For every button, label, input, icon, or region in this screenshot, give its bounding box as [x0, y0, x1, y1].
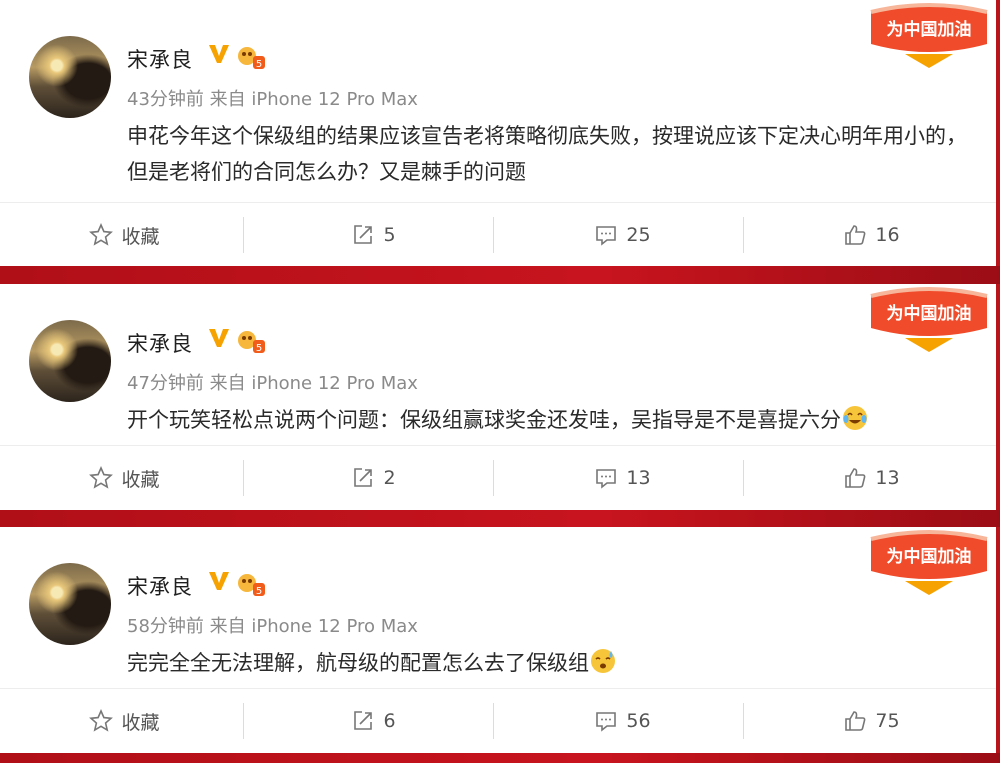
- like-button[interactable]: 75: [747, 689, 996, 753]
- post-source: 来自 iPhone 12 Pro Max: [209, 373, 418, 394]
- repost-count: 2: [383, 467, 396, 489]
- sticker-text: 为中国加油: [887, 546, 972, 567]
- divider: [243, 460, 244, 496]
- post-time[interactable]: 47分钟前: [127, 373, 204, 394]
- repost-icon: [354, 711, 373, 730]
- repost-count: 6: [383, 710, 396, 732]
- author-name[interactable]: 宋承良: [127, 328, 193, 358]
- verified-v-icon: [209, 45, 229, 63]
- weibo-post-card: 宋承良 5 43分钟前 来自 iPhone 12 Pro Max 申花今年这个保…: [0, 0, 996, 266]
- repost-button[interactable]: 2: [249, 446, 498, 510]
- like-count: 13: [875, 467, 900, 489]
- action-bar: 收藏 6 56 75: [0, 688, 996, 753]
- svg-text:5: 5: [256, 586, 262, 597]
- like-icon: [845, 468, 866, 488]
- favorite-button[interactable]: 收藏: [0, 446, 249, 510]
- divider: [493, 460, 494, 496]
- post-source: 来自 iPhone 12 Pro Max: [209, 89, 418, 110]
- sticker-text: 为中国加油: [887, 303, 972, 324]
- comment-count: 56: [626, 710, 651, 732]
- like-icon: [845, 225, 866, 245]
- user-level-icon: 5: [238, 47, 265, 70]
- verified-v-icon: [209, 572, 229, 590]
- avatar[interactable]: [29, 320, 111, 402]
- comment-count: 25: [626, 224, 651, 246]
- post-meta: 58分钟前 来自 iPhone 12 Pro Max: [127, 612, 418, 638]
- repost-icon: [354, 225, 373, 244]
- divider: [743, 217, 744, 253]
- divider: [493, 217, 494, 253]
- china-cheer-sticker: 为中国加油: [870, 530, 988, 595]
- star-icon: [89, 223, 114, 246]
- avatar[interactable]: [29, 563, 111, 645]
- card-separator: [0, 510, 1000, 527]
- like-button[interactable]: 16: [747, 203, 996, 267]
- like-icon: [845, 711, 866, 731]
- action-bar: 收藏 5 25 16: [0, 202, 996, 267]
- post-time[interactable]: 43分钟前: [127, 89, 204, 110]
- card-separator: [0, 753, 1000, 763]
- avatar[interactable]: [29, 36, 111, 118]
- post-text-content: 完完全全无法理解，航母级的配置怎么去了保级组: [127, 651, 589, 675]
- divider: [243, 703, 244, 739]
- china-cheer-sticker: 为中国加油: [870, 3, 988, 68]
- comment-button[interactable]: 56: [498, 689, 747, 753]
- divider: [743, 703, 744, 739]
- action-bar: 收藏 2 13 13: [0, 445, 996, 510]
- star-icon: [89, 709, 114, 732]
- like-count: 75: [875, 710, 900, 732]
- user-level-icon: 5: [238, 331, 265, 354]
- post-text-content: 开个玩笑轻松点说两个问题：保级组赢球奖金还发哇，吴指导是不是喜提六分: [127, 408, 841, 432]
- repost-count: 5: [383, 224, 396, 246]
- repost-button[interactable]: 6: [249, 689, 498, 753]
- favorite-button[interactable]: 收藏: [0, 203, 249, 267]
- comment-icon: [596, 469, 617, 489]
- post-text: 申花今年这个保级组的结果应该宣告老将策略彻底失败，按理说应该下定决心明年用小的，…: [127, 118, 967, 190]
- divider: [493, 703, 494, 739]
- comment-icon: [596, 712, 617, 732]
- svg-text:5: 5: [256, 343, 262, 354]
- post-source: 来自 iPhone 12 Pro Max: [209, 616, 418, 637]
- weibo-post-card: 宋承良 5 47分钟前 来自 iPhone 12 Pro Max 开个玩笑轻松点…: [0, 284, 996, 510]
- favorite-label: 收藏: [121, 468, 160, 491]
- comment-icon: [596, 226, 617, 246]
- post-meta: 47分钟前 来自 iPhone 12 Pro Max: [127, 369, 418, 395]
- sweat-emoji: [591, 649, 615, 673]
- comment-button[interactable]: 13: [498, 446, 747, 510]
- svg-text:5: 5: [256, 59, 262, 70]
- post-text: 开个玩笑轻松点说两个问题：保级组赢球奖金还发哇，吴指导是不是喜提六分: [127, 402, 967, 438]
- like-count: 16: [875, 224, 900, 246]
- verified-v-icon: [209, 329, 229, 347]
- china-cheer-sticker: 为中国加油: [870, 287, 988, 352]
- post-text-content: 申花今年这个保级组的结果应该宣告老将策略彻底失败，按理说应该下定决心明年用小的，…: [127, 124, 967, 184]
- divider: [243, 217, 244, 253]
- divider: [743, 460, 744, 496]
- favorite-label: 收藏: [121, 225, 160, 248]
- user-level-icon: 5: [238, 574, 265, 597]
- post-time[interactable]: 58分钟前: [127, 616, 204, 637]
- laugh-cry-emoji: [843, 406, 867, 430]
- repost-button[interactable]: 5: [249, 203, 498, 267]
- weibo-post-card: 宋承良 5 58分钟前 来自 iPhone 12 Pro Max 完完全全无法理…: [0, 527, 996, 753]
- author-name[interactable]: 宋承良: [127, 44, 193, 74]
- star-icon: [89, 466, 114, 489]
- post-text: 完完全全无法理解，航母级的配置怎么去了保级组: [127, 645, 967, 681]
- favorite-button[interactable]: 收藏: [0, 689, 249, 753]
- favorite-label: 收藏: [121, 711, 160, 734]
- author-name[interactable]: 宋承良: [127, 571, 193, 601]
- like-button[interactable]: 13: [747, 446, 996, 510]
- comment-count: 13: [626, 467, 651, 489]
- repost-icon: [354, 468, 373, 487]
- card-separator: [0, 266, 1000, 284]
- sticker-text: 为中国加油: [887, 19, 972, 40]
- comment-button[interactable]: 25: [498, 203, 747, 267]
- post-meta: 43分钟前 来自 iPhone 12 Pro Max: [127, 85, 418, 111]
